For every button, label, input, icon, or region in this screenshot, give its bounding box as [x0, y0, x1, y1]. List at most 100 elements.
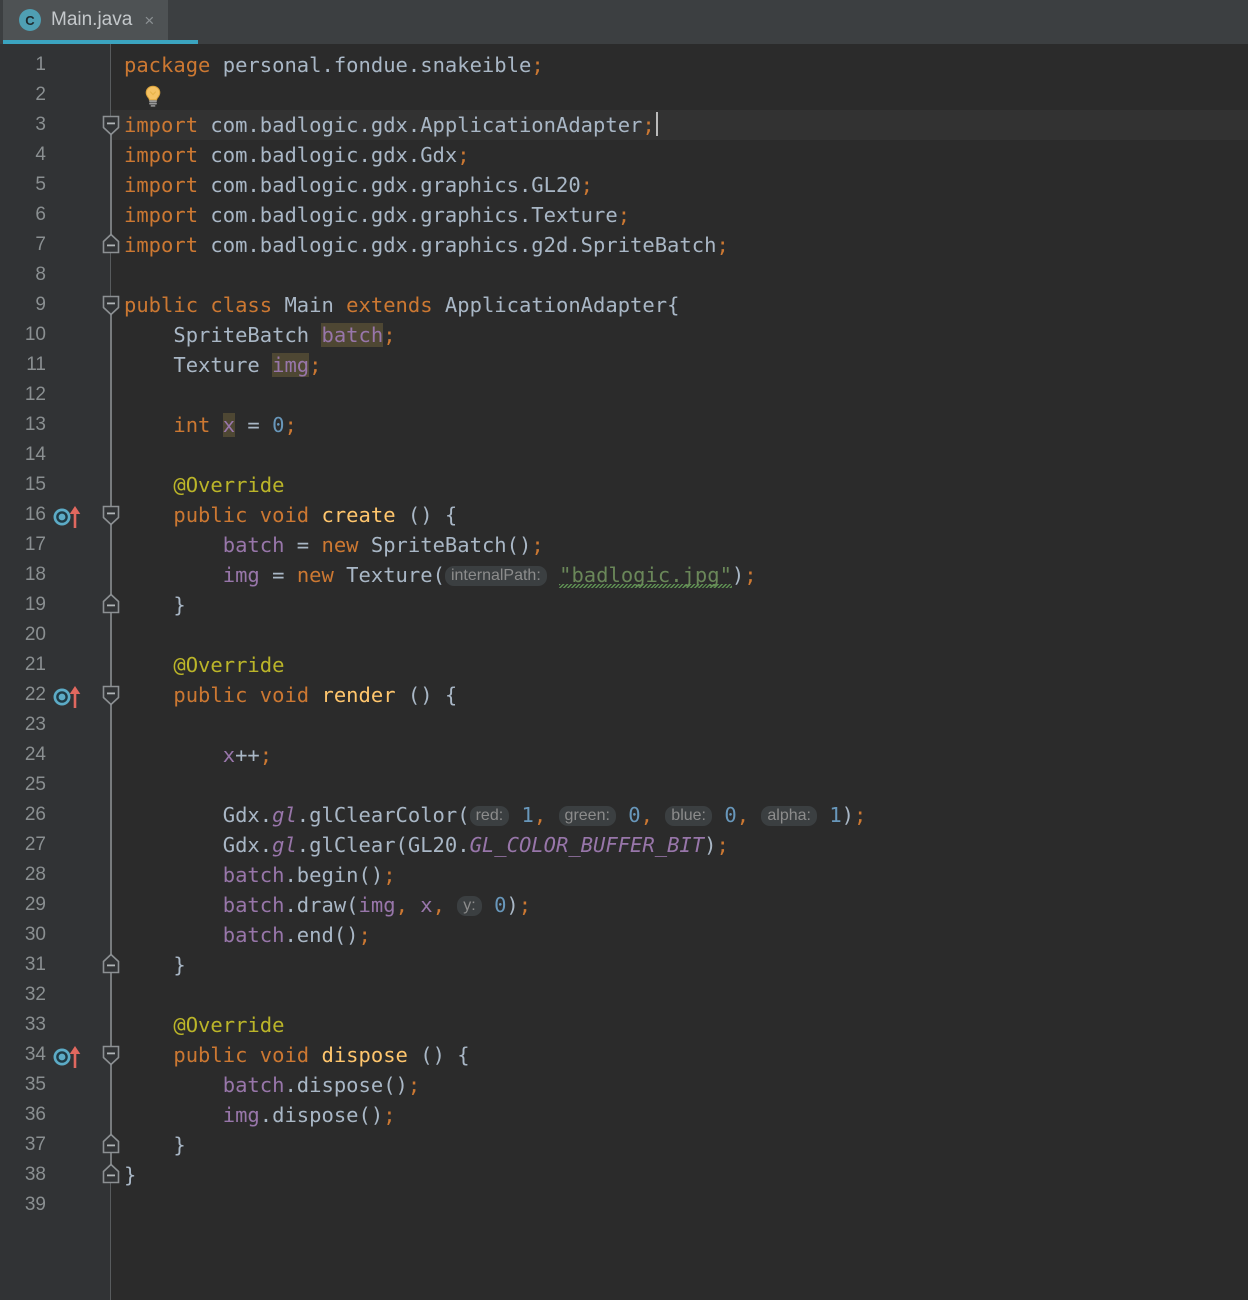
- fold-collapse-icon[interactable]: [101, 115, 121, 145]
- code-line[interactable]: 16 public void create () {: [0, 500, 1248, 530]
- code-token: .end(): [284, 923, 358, 947]
- code-line[interactable]: 12: [0, 380, 1248, 410]
- code-line[interactable]: 24 x++;: [0, 740, 1248, 770]
- code-line[interactable]: 26 Gdx.gl.glClearColor(red: 1, green: 0,…: [0, 800, 1248, 830]
- code-token: x: [420, 893, 432, 917]
- line-number: 5: [0, 170, 46, 200]
- code-token: gl: [272, 803, 297, 827]
- code-line[interactable]: 38}: [0, 1160, 1248, 1190]
- code-token: ;: [383, 863, 395, 887]
- code-line[interactable]: 36 img.dispose();: [0, 1100, 1248, 1130]
- fold-collapse-icon[interactable]: [101, 1045, 121, 1075]
- code-token: ;: [531, 53, 543, 77]
- code-line[interactable]: 13 int x = 0;: [0, 410, 1248, 440]
- code-line[interactable]: 31 }: [0, 950, 1248, 980]
- line-number: 1: [0, 50, 46, 80]
- inlay-parameter-hint[interactable]: y:: [457, 896, 481, 916]
- code-line[interactable]: 7import com.badlogic.gdx.graphics.g2d.Sp…: [0, 230, 1248, 260]
- line-number: 31: [0, 950, 46, 980]
- code-line[interactable]: 5import com.badlogic.gdx.graphics.GL20;: [0, 170, 1248, 200]
- code-line[interactable]: 37 }: [0, 1130, 1248, 1160]
- code-line[interactable]: 20: [0, 620, 1248, 650]
- code-line[interactable]: 15 @Override: [0, 470, 1248, 500]
- overriding-method-icon[interactable]: [52, 683, 86, 709]
- code-line[interactable]: 9public class Main extends ApplicationAd…: [0, 290, 1248, 320]
- line-number: 17: [0, 530, 46, 560]
- fold-region-end-icon[interactable]: [101, 592, 121, 622]
- code-token: 0: [628, 803, 640, 827]
- code-line[interactable]: 11 Texture img;: [0, 350, 1248, 380]
- code-token: SpriteBatch(): [359, 533, 532, 557]
- code-line[interactable]: 4import com.badlogic.gdx.Gdx;: [0, 140, 1248, 170]
- fold-collapse-icon[interactable]: [101, 505, 121, 535]
- code-line[interactable]: 34 public void dispose () {: [0, 1040, 1248, 1070]
- inlay-parameter-hint[interactable]: red:: [470, 806, 510, 826]
- code-line[interactable]: 32: [0, 980, 1248, 1010]
- fold-region-end-icon[interactable]: [101, 1162, 121, 1192]
- fold-region-end-icon[interactable]: [101, 232, 121, 262]
- code-token: x: [223, 413, 235, 437]
- code-token: ;: [531, 533, 543, 557]
- code-token: ;: [716, 233, 728, 257]
- code-token: ,: [641, 803, 653, 827]
- code-line[interactable]: 18 img = new Texture(internalPath: "badl…: [0, 560, 1248, 590]
- code-line[interactable]: 8: [0, 260, 1248, 290]
- code-line[interactable]: 39: [0, 1190, 1248, 1220]
- fold-region-end-icon[interactable]: [101, 952, 121, 982]
- code-token: .dispose(): [284, 1073, 407, 1097]
- line-number: 18: [0, 560, 46, 590]
- code-text: public void render () {: [124, 680, 457, 710]
- code-line[interactable]: 10 SpriteBatch batch;: [0, 320, 1248, 350]
- code-token: @Override: [124, 473, 284, 497]
- code-line[interactable]: 33 @Override: [0, 1010, 1248, 1040]
- code-line[interactable]: 35 batch.dispose();: [0, 1070, 1248, 1100]
- overriding-method-icon[interactable]: [52, 503, 86, 529]
- inlay-parameter-hint[interactable]: green:: [559, 806, 616, 826]
- fold-region-end-icon[interactable]: [101, 1132, 121, 1162]
- code-line[interactable]: 6import com.badlogic.gdx.graphics.Textur…: [0, 200, 1248, 230]
- inlay-parameter-hint[interactable]: blue:: [665, 806, 712, 826]
- code-line[interactable]: 25: [0, 770, 1248, 800]
- code-line[interactable]: 23: [0, 710, 1248, 740]
- intention-bulb-icon[interactable]: [140, 83, 166, 109]
- fold-collapse-icon[interactable]: [101, 685, 121, 715]
- code-line[interactable]: 3import com.badlogic.gdx.ApplicationAdap…: [0, 110, 1248, 140]
- code-line[interactable]: 30 batch.end();: [0, 920, 1248, 950]
- line-number: 13: [0, 410, 46, 440]
- code-text: img.dispose();: [124, 1100, 396, 1130]
- code-line[interactable]: 22 public void render () {: [0, 680, 1248, 710]
- code-editor[interactable]: 1package personal.fondue.snakeible;23imp…: [0, 44, 1248, 1300]
- code-line[interactable]: 2: [0, 80, 1248, 110]
- code-line[interactable]: 19 }: [0, 590, 1248, 620]
- fold-collapse-icon[interactable]: [101, 295, 121, 325]
- close-icon[interactable]: ×: [144, 12, 154, 29]
- code-token: create: [321, 503, 395, 527]
- code-token: import: [124, 233, 198, 257]
- code-text: x++;: [124, 740, 272, 770]
- code-line[interactable]: 1package personal.fondue.snakeible;: [0, 50, 1248, 80]
- inlay-parameter-hint[interactable]: alpha:: [761, 806, 817, 826]
- code-token: batch: [223, 1073, 285, 1097]
- line-number: 34: [0, 1040, 46, 1070]
- code-line[interactable]: 14: [0, 440, 1248, 470]
- code-token: }: [124, 1133, 186, 1157]
- code-text: public void dispose () {: [124, 1040, 470, 1070]
- code-token: [210, 413, 222, 437]
- code-line[interactable]: 21 @Override: [0, 650, 1248, 680]
- code-text: import com.badlogic.gdx.graphics.Texture…: [124, 200, 630, 230]
- code-line[interactable]: 27 Gdx.gl.glClear(GL20.GL_COLOR_BUFFER_B…: [0, 830, 1248, 860]
- tab-main-java[interactable]: C Main.java ×: [3, 0, 168, 40]
- code-line[interactable]: 29 batch.draw(img, x, y: 0);: [0, 890, 1248, 920]
- line-number: 9: [0, 290, 46, 320]
- inlay-parameter-hint[interactable]: internalPath:: [445, 566, 547, 586]
- code-line[interactable]: 17 batch = new SpriteBatch();: [0, 530, 1248, 560]
- line-number: 25: [0, 770, 46, 800]
- code-token: [653, 803, 665, 827]
- overriding-method-icon[interactable]: [52, 1043, 86, 1069]
- line-number: 4: [0, 140, 46, 170]
- code-line[interactable]: 28 batch.begin();: [0, 860, 1248, 890]
- line-number: 30: [0, 920, 46, 950]
- fold-region-line: [110, 134, 112, 236]
- code-token: }: [124, 953, 186, 977]
- line-number: 12: [0, 380, 46, 410]
